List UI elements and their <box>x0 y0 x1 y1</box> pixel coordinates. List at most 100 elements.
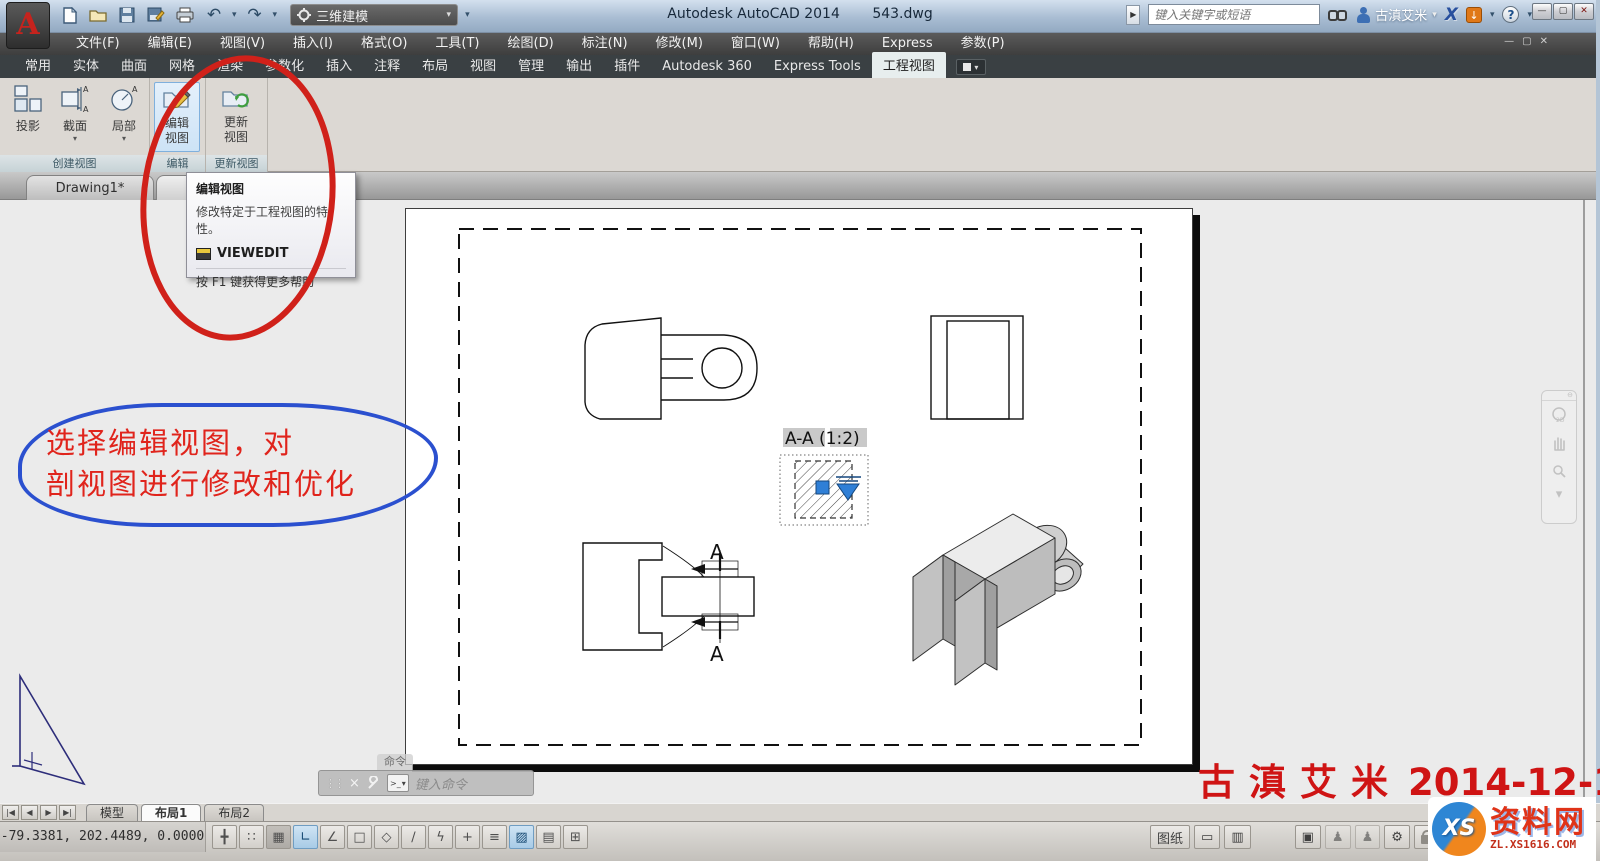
command-prompt-icon[interactable]: >_▾ <box>387 774 409 792</box>
infer-constraints-button[interactable]: ╋ <box>212 825 237 849</box>
new-file-button[interactable] <box>58 4 80 26</box>
lineweight-button[interactable]: ≡ <box>482 825 507 849</box>
tab-output[interactable]: 输出 <box>555 52 603 78</box>
first-tab-button[interactable]: |◀ <box>2 805 19 820</box>
tab-drawing-views[interactable]: 工程视图 <box>872 52 946 78</box>
navbar-close-icon[interactable]: ⊖ <box>1542 391 1576 401</box>
ribbon-minimize-button[interactable]: ▾ <box>956 59 986 75</box>
quick-view-drawings-button[interactable]: ▭ <box>1194 825 1220 849</box>
tab-layout2[interactable]: 布局2 <box>204 804 264 821</box>
side-view[interactable] <box>931 316 1023 419</box>
save-button[interactable] <box>116 4 138 26</box>
undo-dropdown-icon[interactable]: ▾ <box>232 10 237 20</box>
command-drag-handle[interactable]: ⋮⋮ <box>325 777 343 790</box>
search-input[interactable] <box>1148 4 1320 25</box>
grid-display-button[interactable]: ▦ <box>266 825 291 849</box>
front-view[interactable]: A A <box>583 540 754 666</box>
navbar-more-icon[interactable]: ▾ <box>1542 485 1576 503</box>
exchange-apps-icon[interactable]: X <box>1445 5 1458 25</box>
menu-window[interactable]: 窗口(W) <box>717 33 794 55</box>
minimize-button[interactable]: — <box>1532 3 1552 20</box>
paper-model-toggle[interactable]: 图纸 <box>1150 825 1190 849</box>
menu-help[interactable]: 帮助(H) <box>794 33 868 55</box>
command-line[interactable]: ⋮⋮ × >_▾ 键入命令 <box>318 770 534 796</box>
transparency-button[interactable]: ▨ <box>509 825 534 849</box>
update-view-button[interactable]: 更新视图 <box>213 82 259 152</box>
section-view-label[interactable]: A-A (1:2) <box>783 428 867 449</box>
dynamic-input-button[interactable]: + <box>455 825 480 849</box>
tab-insert[interactable]: 插入 <box>315 52 363 78</box>
section-view[interactable] <box>780 455 868 525</box>
menu-modify[interactable]: 修改(M) <box>642 33 717 55</box>
tab-solid[interactable]: 实体 <box>62 52 110 78</box>
prev-tab-button[interactable]: ◀ <box>21 805 38 820</box>
tab-view[interactable]: 视图 <box>459 52 507 78</box>
polar-tracking-button[interactable]: ∠ <box>320 825 345 849</box>
annotation-visibility-button[interactable]: ♟ <box>1325 825 1351 849</box>
plot-button[interactable] <box>174 4 196 26</box>
tab-annotate[interactable]: 注释 <box>363 52 411 78</box>
section-dropdown-icon[interactable]: ▾ <box>73 134 77 143</box>
next-tab-button[interactable]: ▶ <box>40 805 57 820</box>
panel-label-create-view[interactable]: 创建视图 <box>0 155 149 172</box>
tab-plugins[interactable]: 插件 <box>603 52 651 78</box>
open-file-button[interactable] <box>87 4 109 26</box>
zoom-icon[interactable] <box>1542 457 1576 485</box>
workspace-switching-button[interactable]: ⚙ <box>1384 825 1410 849</box>
isometric-view[interactable] <box>913 514 1087 685</box>
3d-object-snap-button[interactable]: ◇ <box>374 825 399 849</box>
detail-dropdown-icon[interactable]: ▾ <box>122 134 126 143</box>
section-view-button[interactable]: A A 截面 ▾ <box>52 82 98 152</box>
tab-layout[interactable]: 布局 <box>411 52 459 78</box>
object-snap-tracking-button[interactable]: ∕ <box>401 825 426 849</box>
save-as-button[interactable] <box>145 4 167 26</box>
undo-button[interactable]: ↶ <box>203 4 225 26</box>
annotation-autoscale-button[interactable]: ♟ <box>1355 825 1381 849</box>
paper-sheet[interactable]: A-A (1:2) <box>405 208 1193 765</box>
search-icon[interactable] <box>1328 8 1348 22</box>
dynamic-ucs-button[interactable]: ϟ <box>428 825 453 849</box>
object-snap-button[interactable]: □ <box>347 825 372 849</box>
selection-cycling-button[interactable]: ⊞ <box>563 825 588 849</box>
tab-layout1[interactable]: 布局1 <box>141 804 201 821</box>
projection-view-button[interactable]: 投影 <box>5 82 51 152</box>
qat-menu-icon[interactable]: ▾ <box>465 10 470 20</box>
panel-label-update-view[interactable]: 更新视图 <box>206 155 267 172</box>
infocenter-collapse-button[interactable]: ▶ <box>1126 5 1140 25</box>
grip-square[interactable] <box>816 481 829 494</box>
application-menu-button[interactable]: A <box>6 2 50 49</box>
last-tab-button[interactable]: ▶| <box>59 805 76 820</box>
tab-model[interactable]: 模型 <box>86 804 138 821</box>
mdi-restore-icon[interactable]: ▢ <box>1522 36 1531 47</box>
tab-home[interactable]: 常用 <box>14 52 62 78</box>
tab-render[interactable]: 渲染 <box>206 52 254 78</box>
panel-label-edit[interactable]: 编辑 <box>150 155 205 172</box>
tab-mesh[interactable]: 网格 <box>158 52 206 78</box>
close-button[interactable]: ✕ <box>1574 3 1594 20</box>
mdi-minimize-icon[interactable]: — <box>1504 36 1514 47</box>
command-input[interactable]: 键入命令 <box>415 774 467 793</box>
quick-properties-button[interactable]: ▤ <box>536 825 561 849</box>
tab-parametric[interactable]: 参数化 <box>254 52 315 78</box>
tab-manage[interactable]: 管理 <box>507 52 555 78</box>
edit-view-button[interactable]: 编辑视图 <box>154 82 200 152</box>
maximize-button[interactable]: ▢ <box>1553 3 1573 20</box>
tab-autodesk360[interactable]: Autodesk 360 <box>651 56 763 78</box>
menu-parametric[interactable]: 参数(P) <box>947 33 1019 55</box>
tab-express-tools[interactable]: Express Tools <box>763 56 872 78</box>
exchange-dropdown-icon[interactable]: ▾ <box>1490 10 1495 20</box>
file-tab-drawing1[interactable]: Drawing1* <box>26 175 154 200</box>
signin-user[interactable]: 古滇艾米 ▾ <box>1356 5 1437 24</box>
quick-view-layouts-button[interactable]: ▥ <box>1224 825 1250 849</box>
pan-hand-icon[interactable] <box>1542 429 1576 457</box>
top-view[interactable] <box>585 318 757 419</box>
help-icon[interactable]: ? <box>1502 6 1519 23</box>
command-close-icon[interactable]: × <box>349 776 360 791</box>
tab-surface[interactable]: 曲面 <box>110 52 158 78</box>
mdi-close-icon[interactable]: ✕ <box>1540 36 1548 47</box>
steering-wheel-icon[interactable]: 2D <box>1542 401 1576 429</box>
redo-dropdown-icon[interactable]: ▾ <box>273 10 278 20</box>
detail-view-button[interactable]: A 局部 ▾ <box>101 82 147 152</box>
viewport-maximize-button[interactable]: ▣ <box>1295 825 1321 849</box>
ortho-mode-button[interactable]: ∟ <box>293 825 318 849</box>
